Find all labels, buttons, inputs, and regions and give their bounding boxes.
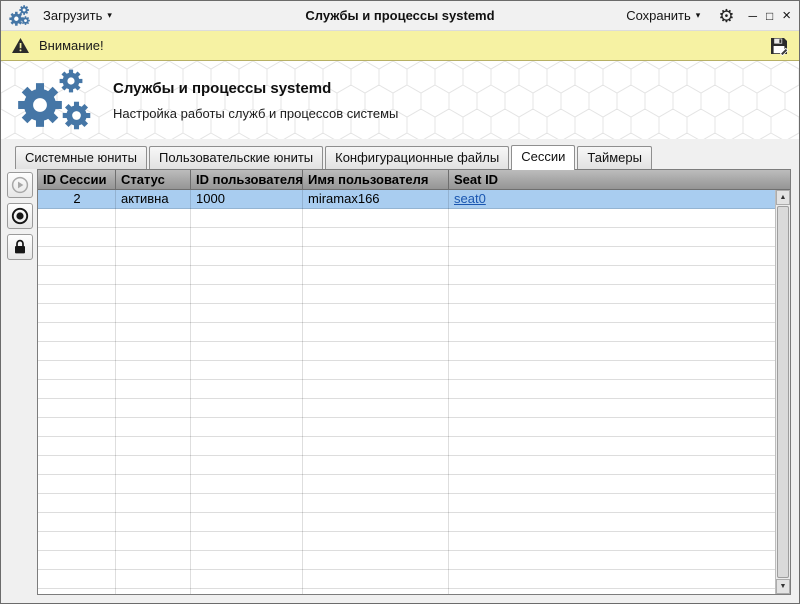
cell-user-name: miramax166 xyxy=(308,191,380,206)
load-button-label: Загрузить xyxy=(43,8,103,23)
warning-text: Внимание! xyxy=(39,38,104,53)
column-separator xyxy=(448,190,449,594)
sessions-table: ID Сессии Статус ID пользователя Имя пол… xyxy=(37,169,791,595)
table-body: 2 активна 1000 miramax166 seat0 xyxy=(38,190,775,594)
lock-session-button[interactable] xyxy=(7,234,33,260)
column-separator xyxy=(115,190,116,594)
title-bar: Загрузить ▾ Службы и процессы systemd Со… xyxy=(1,1,799,31)
save-file-button[interactable] xyxy=(769,36,789,56)
app-window: Загрузить ▾ Службы и процессы systemd Со… xyxy=(0,0,800,604)
window-controls: ─ □ × xyxy=(748,8,791,23)
column-header-seat-id: Seat ID xyxy=(454,172,499,187)
scroll-up-button[interactable]: ▲ xyxy=(776,190,790,205)
tab-sessions[interactable]: Сессии xyxy=(511,145,576,170)
seat-id-link[interactable]: seat0 xyxy=(454,191,486,206)
lock-icon xyxy=(15,239,25,254)
save-button-label: Сохранить xyxy=(626,8,691,23)
stop-record-icon xyxy=(11,207,29,225)
column-header-status: Статус xyxy=(116,170,191,189)
column-header-user-name: Имя пользователя xyxy=(303,170,449,189)
tab-timers[interactable]: Таймеры xyxy=(577,146,652,169)
close-button[interactable]: × xyxy=(782,8,791,23)
cell-session-id: 2 xyxy=(73,191,81,206)
tab-user-units[interactable]: Пользовательские юниты xyxy=(148,146,324,169)
tab-system-units[interactable]: Системные юниты xyxy=(15,146,147,169)
scrollbar-thumb[interactable] xyxy=(777,206,789,578)
chevron-down-icon: ▾ xyxy=(695,10,701,20)
activate-session-button[interactable] xyxy=(7,172,33,198)
tab-config-files[interactable]: Конфигурационные файлы xyxy=(325,146,510,169)
chevron-down-icon: ▾ xyxy=(107,10,112,20)
tab-bar: Системные юниты Пользовательские юниты К… xyxy=(1,139,799,170)
settings-gear-button[interactable]: ⚙ xyxy=(718,7,734,25)
app-gears-icon xyxy=(9,4,30,26)
column-separator xyxy=(302,190,303,594)
scroll-down-button[interactable]: ▼ xyxy=(776,579,790,594)
column-separator xyxy=(190,190,191,594)
warning-bar: Внимание! xyxy=(1,31,799,61)
maximize-button[interactable]: □ xyxy=(766,10,773,22)
page-title: Службы и процессы systemd xyxy=(113,79,332,97)
table-row[interactable]: 2 активна 1000 miramax166 seat0 xyxy=(38,190,775,209)
warning-triangle-icon xyxy=(12,38,29,53)
load-button[interactable]: Загрузить ▾ xyxy=(37,5,118,26)
cell-status: активна xyxy=(121,191,169,206)
session-toolbar xyxy=(7,169,37,595)
page-banner: Службы и процессы systemd Настройка рабо… xyxy=(1,61,799,139)
floppy-save-icon xyxy=(771,37,789,56)
vertical-scrollbar[interactable]: ▲ ▼ xyxy=(775,190,790,594)
play-icon xyxy=(11,176,29,194)
table-header: ID Сессии Статус ID пользователя Имя пол… xyxy=(38,170,790,190)
content-area: ID Сессии Статус ID пользователя Имя пол… xyxy=(1,169,799,603)
cell-user-id: 1000 xyxy=(196,191,225,206)
save-button[interactable]: Сохранить ▾ xyxy=(620,5,706,26)
terminate-session-button[interactable] xyxy=(7,203,33,229)
column-header-user-id: ID пользователя xyxy=(191,170,303,189)
gears-icon xyxy=(18,69,91,130)
page-subtitle: Настройка работы служб и процессов систе… xyxy=(113,105,399,121)
minimize-button[interactable]: ─ xyxy=(748,10,757,22)
column-header-session-id: ID Сессии xyxy=(38,170,116,189)
